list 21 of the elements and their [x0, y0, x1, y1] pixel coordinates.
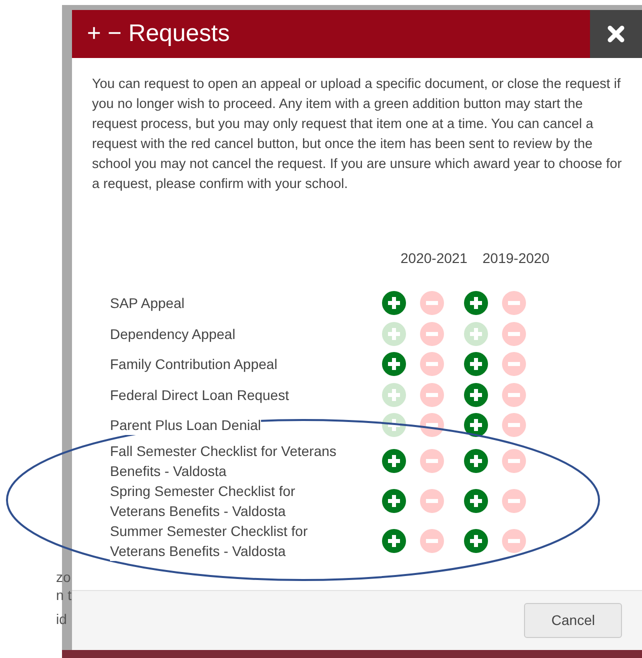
intro-text: You can request to open an appeal or upload a specific document, or close the request if you no longer wish to proceed. Any item with a green addition button may start the request process, but you may only request that item one at a time. You can cancel a request with the red cancel button, but once the item has been sent to review by the school you may not cancel the request. If you are unsure which award year to choose for a request, please confirm with your school.: [92, 75, 622, 193]
add-button[interactable]: [382, 528, 406, 552]
add-button[interactable]: [382, 488, 406, 512]
add-button[interactable]: [464, 413, 488, 438]
dialog-title: + − Requests: [87, 19, 230, 49]
add-button[interactable]: [464, 291, 488, 316]
close-icon: [607, 25, 625, 43]
add-button[interactable]: [382, 352, 406, 376]
background-text: n t: [56, 586, 72, 605]
add-button[interactable]: [464, 528, 488, 552]
close-button[interactable]: [590, 10, 642, 58]
add-button[interactable]: [382, 291, 406, 316]
background-text: id: [56, 610, 67, 629]
year-header: 2019-2020: [482, 249, 550, 268]
add-button[interactable]: [464, 448, 488, 472]
add-button[interactable]: [464, 382, 488, 407]
add-button[interactable]: [382, 448, 406, 472]
add-button[interactable]: [464, 352, 488, 376]
cancel-button[interactable]: Cancel: [524, 603, 622, 638]
add-button[interactable]: [464, 488, 488, 512]
year-header: 2020-2021: [400, 249, 468, 268]
